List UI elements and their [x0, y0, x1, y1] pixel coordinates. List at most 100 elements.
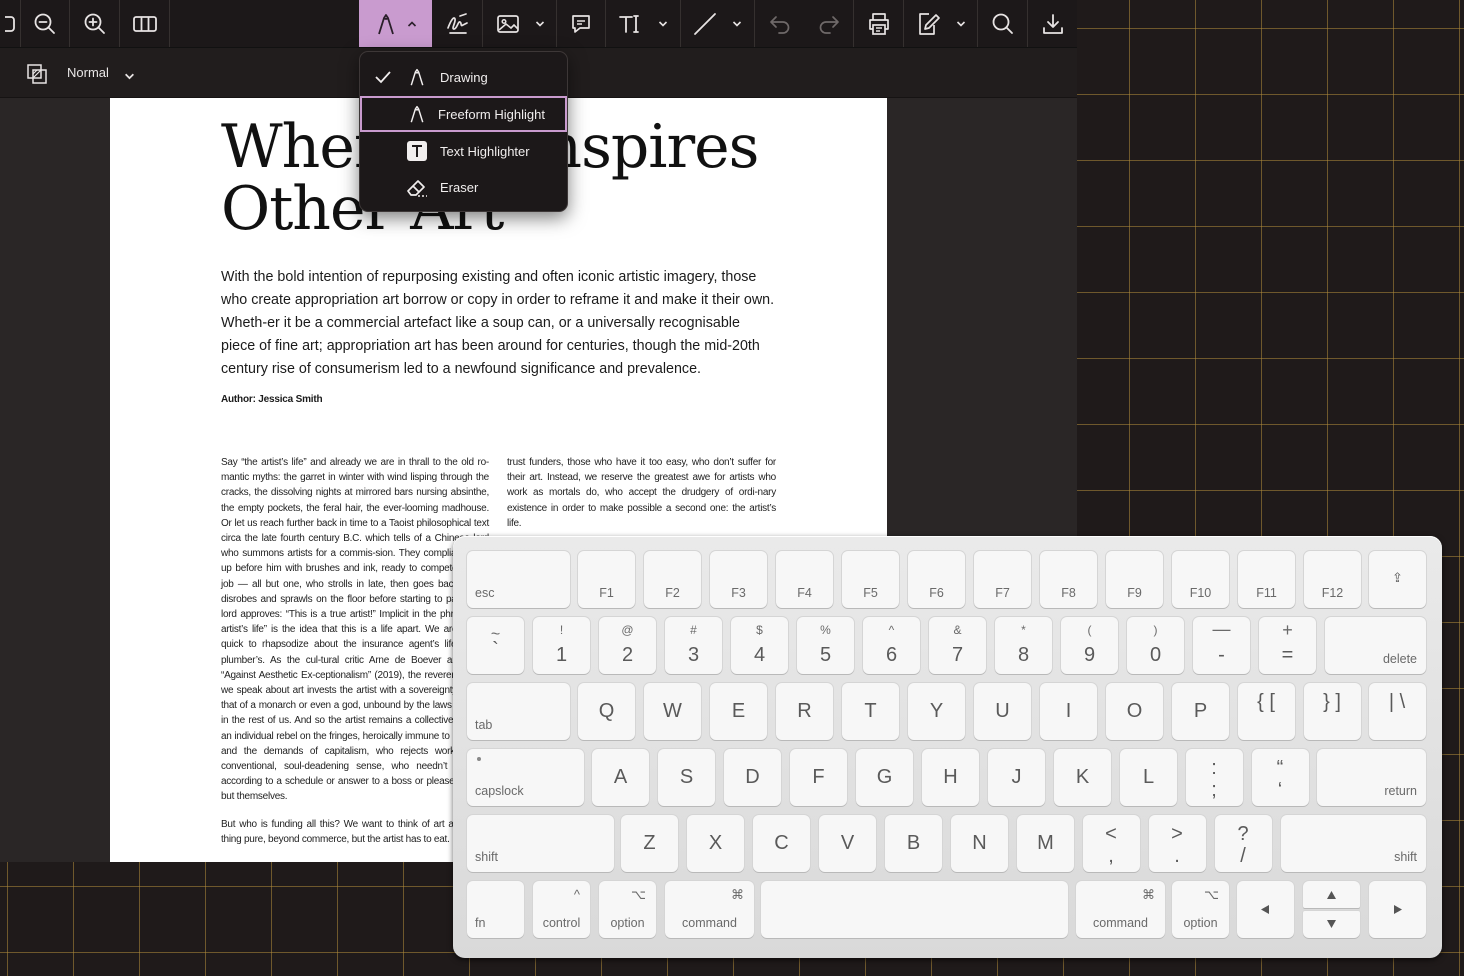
comment-button[interactable] — [557, 0, 605, 47]
key-s[interactable]: S — [658, 749, 715, 806]
key-f[interactable]: F — [790, 749, 847, 806]
sidebar-toggle-icon[interactable] — [0, 0, 20, 47]
key-t[interactable]: T — [842, 683, 899, 740]
key-esc[interactable]: esc — [467, 551, 570, 608]
page-layout-button[interactable] — [120, 0, 169, 47]
key-slash[interactable]: ? / — [1215, 815, 1272, 872]
key-period[interactable]: > . — [1149, 815, 1206, 872]
key-eject[interactable]: ⇪ — [1369, 551, 1426, 608]
key-m[interactable]: M — [1017, 815, 1074, 872]
key-f11[interactable]: F11 — [1238, 551, 1295, 608]
key-fn[interactable]: fn — [467, 881, 524, 938]
zoom-in-button[interactable] — [70, 0, 119, 47]
key-semicolon[interactable]: : ; — [1186, 749, 1243, 806]
annotate-pen-button[interactable] — [359, 0, 432, 47]
key-quote[interactable]: “ ‘ — [1252, 749, 1309, 806]
key-backslash[interactable]: | \ — [1369, 683, 1426, 740]
search-button[interactable] — [978, 0, 1027, 47]
key-k[interactable]: K — [1054, 749, 1111, 806]
chevron-down-icon[interactable] — [124, 68, 135, 86]
edit-form-button[interactable] — [904, 0, 952, 47]
zoom-out-button[interactable] — [21, 0, 69, 47]
key-f9[interactable]: F9 — [1106, 551, 1163, 608]
menu-item-freeform-highlight[interactable]: Freeform Highlight — [360, 96, 567, 132]
key-c[interactable]: C — [753, 815, 810, 872]
key-p[interactable]: P — [1172, 683, 1229, 740]
menu-item-text-highlighter[interactable]: Text Highlighter — [360, 133, 567, 169]
key-0[interactable]: ) 0 — [1127, 617, 1184, 674]
menu-item-drawing[interactable]: Drawing — [360, 59, 567, 95]
key-9[interactable]: (9 — [1061, 617, 1118, 674]
key-8[interactable]: * 8 — [995, 617, 1052, 674]
key-equals[interactable]: + = — [1259, 617, 1316, 674]
undo-button[interactable] — [755, 0, 804, 47]
key-3[interactable]: #3 — [665, 617, 722, 674]
key-n[interactable]: N — [951, 815, 1008, 872]
key-f1[interactable]: F1 — [578, 551, 635, 608]
key-arrow-left[interactable] — [1237, 881, 1294, 938]
key-f4[interactable]: F4 — [776, 551, 833, 608]
key-capslock[interactable]: capslock — [467, 749, 584, 806]
key-v[interactable]: V — [819, 815, 876, 872]
key-f3[interactable]: F3 — [710, 551, 767, 608]
key-r[interactable]: R — [776, 683, 833, 740]
key-2[interactable]: @2 — [599, 617, 656, 674]
key-tab[interactable]: tab — [467, 683, 570, 740]
key-w[interactable]: W — [644, 683, 701, 740]
key-y[interactable]: Y — [908, 683, 965, 740]
key-bracket-left[interactable]: { [ — [1238, 683, 1295, 740]
print-button[interactable] — [854, 0, 903, 47]
key-tilde[interactable]: ~ ` — [467, 617, 524, 674]
key-5[interactable]: % 5 — [797, 617, 854, 674]
key-z[interactable]: Z — [621, 815, 678, 872]
key-option-left[interactable]: ⌥ option — [599, 881, 656, 938]
key-return[interactable]: return — [1317, 749, 1426, 806]
key-o[interactable]: O — [1106, 683, 1163, 740]
key-delete[interactable]: delete — [1325, 617, 1426, 674]
download-button[interactable] — [1028, 0, 1077, 47]
key-i[interactable]: I — [1040, 683, 1097, 740]
key-1[interactable]: ! 1 — [533, 617, 590, 674]
key-f2[interactable]: F2 — [644, 551, 701, 608]
image-menu-button[interactable] — [531, 0, 549, 47]
key-space[interactable] — [761, 881, 1068, 938]
key-d[interactable]: D — [724, 749, 781, 806]
key-comma[interactable]: < , — [1083, 815, 1140, 872]
line-tool-button[interactable] — [681, 0, 729, 47]
key-f8[interactable]: F8 — [1040, 551, 1097, 608]
key-j[interactable]: J — [988, 749, 1045, 806]
key-option-right[interactable]: ⌥ option — [1172, 881, 1229, 938]
key-u[interactable]: U — [974, 683, 1031, 740]
redo-button[interactable] — [804, 0, 853, 47]
key-f6[interactable]: F6 — [908, 551, 965, 608]
signature-button[interactable] — [433, 0, 482, 47]
key-f5[interactable]: F5 — [842, 551, 899, 608]
key-6[interactable]: ^ 6 — [863, 617, 920, 674]
text-tool-menu-button[interactable] — [654, 0, 672, 47]
menu-item-eraser[interactable]: Eraser — [360, 169, 567, 205]
blend-mode-icon[interactable] — [26, 63, 48, 90]
image-button[interactable] — [483, 0, 531, 47]
key-arrow-down[interactable] — [1303, 911, 1360, 938]
key-l[interactable]: L — [1120, 749, 1177, 806]
key-q[interactable]: Q — [578, 683, 635, 740]
edit-form-menu-button[interactable] — [952, 0, 970, 47]
key-command-left[interactable]: ⌘ command — [665, 881, 754, 938]
key-arrow-right[interactable] — [1369, 881, 1426, 938]
key-f7[interactable]: F7 — [974, 551, 1031, 608]
key-7[interactable]: & 7 — [929, 617, 986, 674]
key-shift-right[interactable]: shift — [1281, 815, 1426, 872]
key-f10[interactable]: F10 — [1172, 551, 1229, 608]
key-f12[interactable]: F12 — [1304, 551, 1361, 608]
key-x[interactable]: X — [687, 815, 744, 872]
key-arrow-up[interactable] — [1303, 881, 1360, 908]
key-shift-left[interactable]: shift — [467, 815, 614, 872]
key-control[interactable]: ^ control — [533, 881, 590, 938]
key-b[interactable]: B — [885, 815, 942, 872]
text-tool-button[interactable] — [606, 0, 654, 47]
key-minus[interactable]: — - — [1193, 617, 1250, 674]
key-command-right[interactable]: ⌘ command — [1076, 881, 1165, 938]
key-4[interactable]: $4 — [731, 617, 788, 674]
key-g[interactable]: G — [856, 749, 913, 806]
line-tool-menu-button[interactable] — [728, 0, 746, 47]
